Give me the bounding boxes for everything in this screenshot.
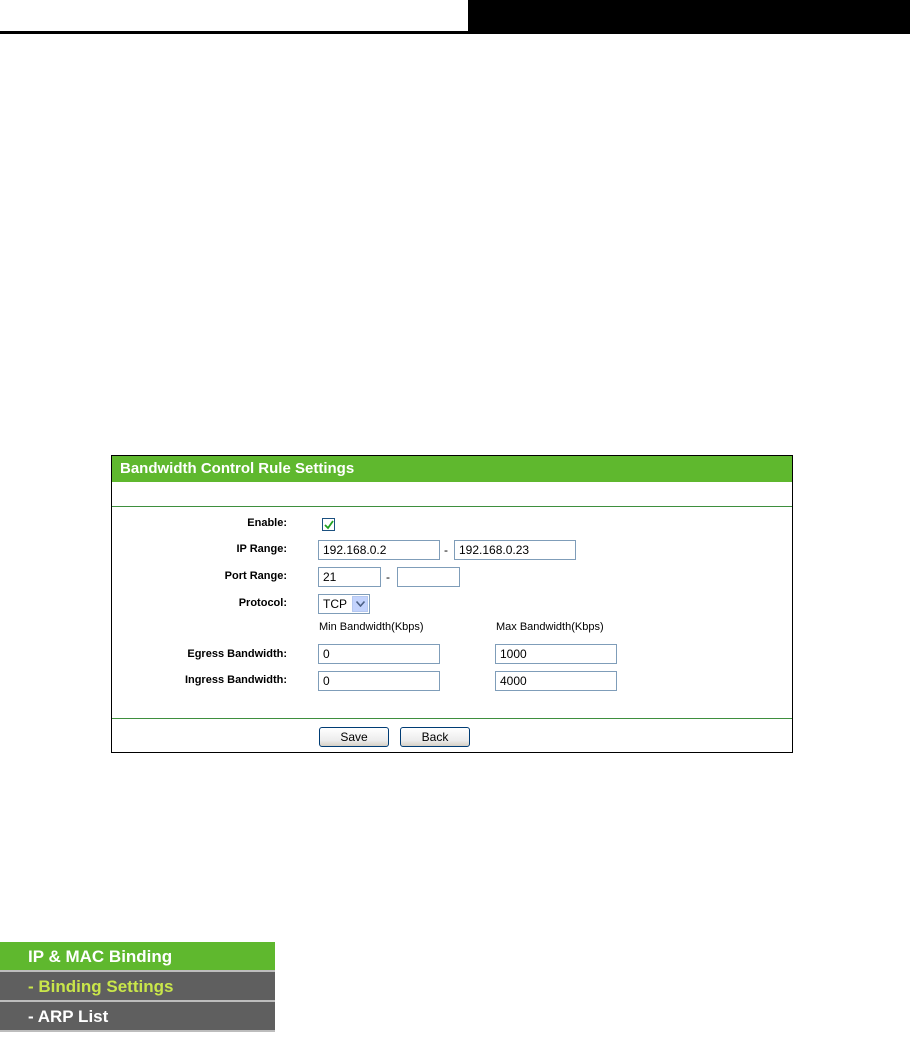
port-range-label: Port Range:	[224, 570, 287, 582]
min-bandwidth-header: Min Bandwidth(Kbps)	[319, 621, 424, 633]
menu-item-ip-mac-binding[interactable]: IP & MAC Binding	[0, 942, 275, 972]
ip-start-input[interactable]	[318, 540, 440, 560]
ingress-max-input[interactable]	[495, 671, 617, 691]
enable-checkbox[interactable]	[322, 518, 335, 531]
protocol-label: Protocol:	[238, 597, 287, 609]
ingress-label: Ingress Bandwidth:	[184, 674, 287, 686]
egress-min-input[interactable]	[318, 644, 440, 664]
ip-end-input[interactable]	[454, 540, 576, 560]
egress-label: Egress Bandwidth:	[187, 648, 287, 660]
ingress-min-input[interactable]	[318, 671, 440, 691]
max-bandwidth-header: Max Bandwidth(Kbps)	[496, 621, 604, 633]
page-header-rule	[0, 31, 910, 34]
protocol-value: TCP	[323, 597, 347, 611]
page-header-block	[468, 0, 910, 32]
top-divider	[112, 506, 792, 507]
protocol-select[interactable]: TCP	[318, 594, 370, 614]
panel-title: Bandwidth Control Rule Settings	[112, 456, 792, 482]
ip-range-label: IP Range:	[236, 543, 287, 555]
port-range-separator: -	[386, 570, 390, 584]
side-menu: IP & MAC Binding - Binding Settings - AR…	[0, 942, 275, 1032]
port-start-input[interactable]	[318, 567, 381, 587]
egress-max-input[interactable]	[495, 644, 617, 664]
bottom-divider	[112, 718, 792, 719]
save-button[interactable]: Save	[319, 727, 389, 747]
menu-item-arp-list[interactable]: - ARP List	[0, 1002, 275, 1032]
bandwidth-rule-panel: Bandwidth Control Rule Settings Enable: …	[111, 455, 793, 753]
ip-range-separator: -	[444, 543, 448, 557]
back-button[interactable]: Back	[400, 727, 470, 747]
menu-item-binding-settings[interactable]: - Binding Settings	[0, 972, 275, 1002]
checkmark-icon	[324, 520, 334, 530]
port-end-input[interactable]	[397, 567, 460, 587]
chevron-down-icon[interactable]	[352, 596, 368, 612]
enable-label: Enable:	[247, 517, 287, 529]
